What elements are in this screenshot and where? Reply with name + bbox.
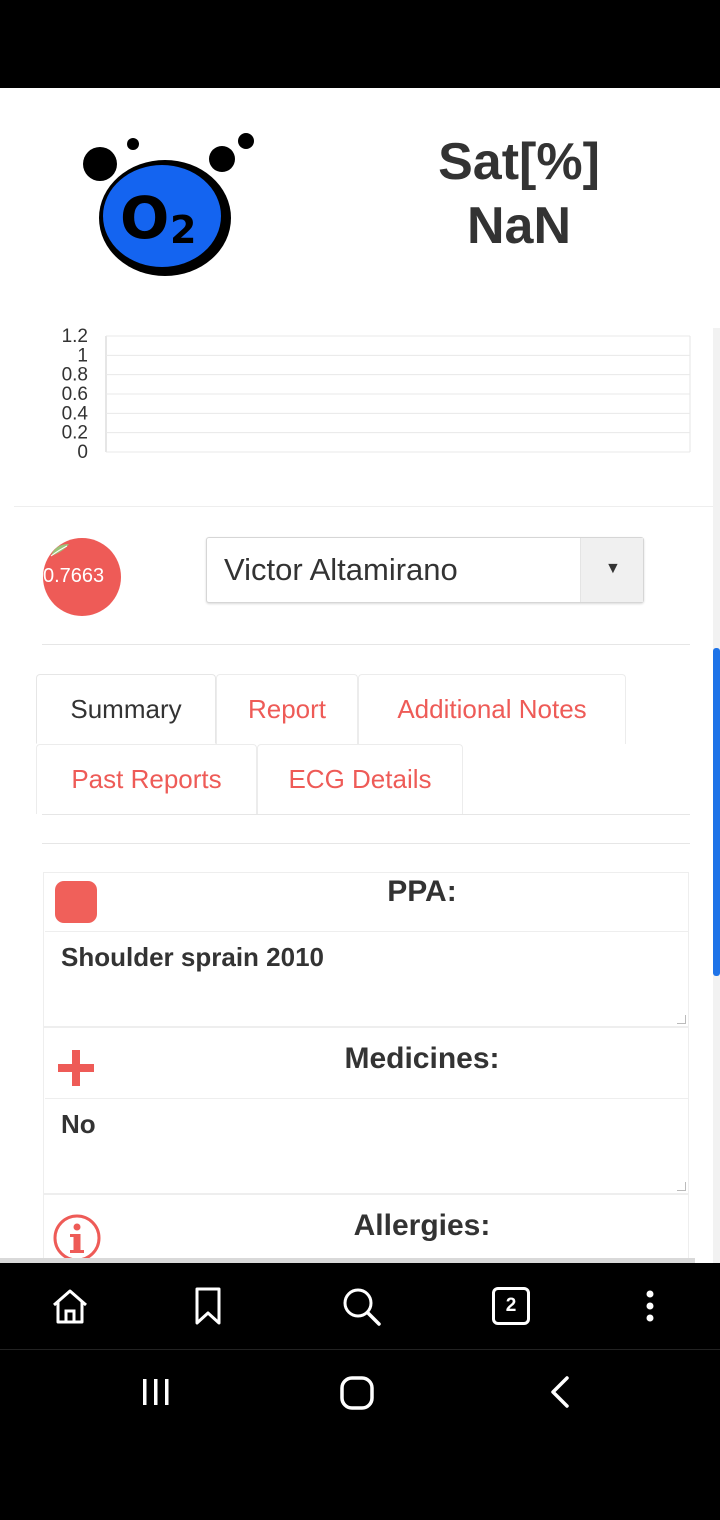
- dropdown-button[interactable]: ▼: [580, 538, 643, 602]
- medicines-textarea[interactable]: No: [45, 1098, 688, 1193]
- patient-name: Victor Altamirano: [224, 552, 458, 587]
- ppa-textarea[interactable]: Shoulder sprain 2010: [45, 931, 688, 1026]
- more-icon[interactable]: [627, 1283, 673, 1329]
- back-icon[interactable]: [543, 1374, 577, 1410]
- plus-icon: [58, 1050, 94, 1086]
- y-tick-label: 0.6: [62, 384, 88, 405]
- home-icon[interactable]: [47, 1283, 93, 1329]
- patient-avatar[interactable]: 0.7663: [43, 538, 121, 616]
- status-square-icon: [55, 881, 97, 923]
- browser-toolbar: 2: [0, 1263, 720, 1349]
- y-tick-label: 0.8: [62, 365, 88, 386]
- ppa-title: PPA:: [387, 875, 457, 908]
- ppa-panel: PPA: Shoulder sprain 2010: [43, 872, 689, 1027]
- patient-select[interactable]: Victor Altamirano ▼: [206, 537, 644, 603]
- resize-grip[interactable]: [677, 1015, 686, 1024]
- saturation-card: O 2 Sat[%] NaN 1.2 1 0.8 0.6 0.4 0.2 0: [14, 88, 716, 507]
- tab-report[interactable]: Report: [216, 674, 358, 744]
- medicines-panel: Medicines: No: [43, 1027, 689, 1194]
- saturation-title: Sat[%]: [438, 133, 600, 191]
- web-page: O 2 Sat[%] NaN 1.2 1 0.8 0.6 0.4 0.2 0 0.7663 …: [0, 88, 720, 1263]
- chevron-down-icon: ▼: [605, 560, 621, 577]
- scrollbar-thumb[interactable]: [713, 648, 720, 976]
- logo-sub-text: 2: [170, 208, 196, 252]
- bookmark-icon[interactable]: [185, 1283, 231, 1329]
- avatar-value: 0.7663: [43, 565, 105, 587]
- medicines-value: No: [61, 1109, 96, 1139]
- status-bar: [0, 0, 720, 88]
- divider: [42, 843, 690, 844]
- allergies-panel: Allergies:: [43, 1194, 689, 1263]
- info-icon: [53, 1214, 101, 1262]
- y-tick-label: 0: [77, 442, 88, 463]
- y-tick-label: 1.2: [62, 326, 88, 347]
- o2-logo-icon: O 2: [83, 133, 254, 276]
- tab-past-reports[interactable]: Past Reports: [36, 744, 257, 814]
- y-tick-label: 0.4: [62, 403, 89, 424]
- resize-grip[interactable]: [677, 1182, 686, 1191]
- bottom-bezel: [0, 1433, 720, 1520]
- tab-underline: [42, 814, 690, 815]
- allergies-title: Allergies:: [353, 1209, 491, 1242]
- y-tick-label: 0.2: [62, 423, 88, 444]
- medicines-title: Medicines:: [344, 1042, 500, 1075]
- search-icon[interactable]: [338, 1283, 384, 1329]
- y-tick-label: 1: [77, 345, 88, 366]
- home-button-icon[interactable]: [338, 1374, 376, 1412]
- saturation-value: NaN: [466, 197, 572, 255]
- ppa-value: Shoulder sprain 2010: [61, 942, 324, 972]
- recent-apps-icon[interactable]: [138, 1374, 174, 1410]
- tab-additional-notes[interactable]: Additional Notes: [358, 674, 626, 744]
- logo-o-text: O: [120, 184, 169, 252]
- tab-ecg-details[interactable]: ECG Details: [257, 744, 463, 814]
- divider: [42, 644, 690, 645]
- tabs-icon[interactable]: 2: [492, 1287, 530, 1325]
- system-nav-bar: [0, 1349, 720, 1434]
- saturation-chart: 1.210.80.60.40.20: [62, 326, 691, 463]
- leaf-icon: [50, 544, 69, 557]
- tab-summary[interactable]: Summary: [36, 674, 216, 744]
